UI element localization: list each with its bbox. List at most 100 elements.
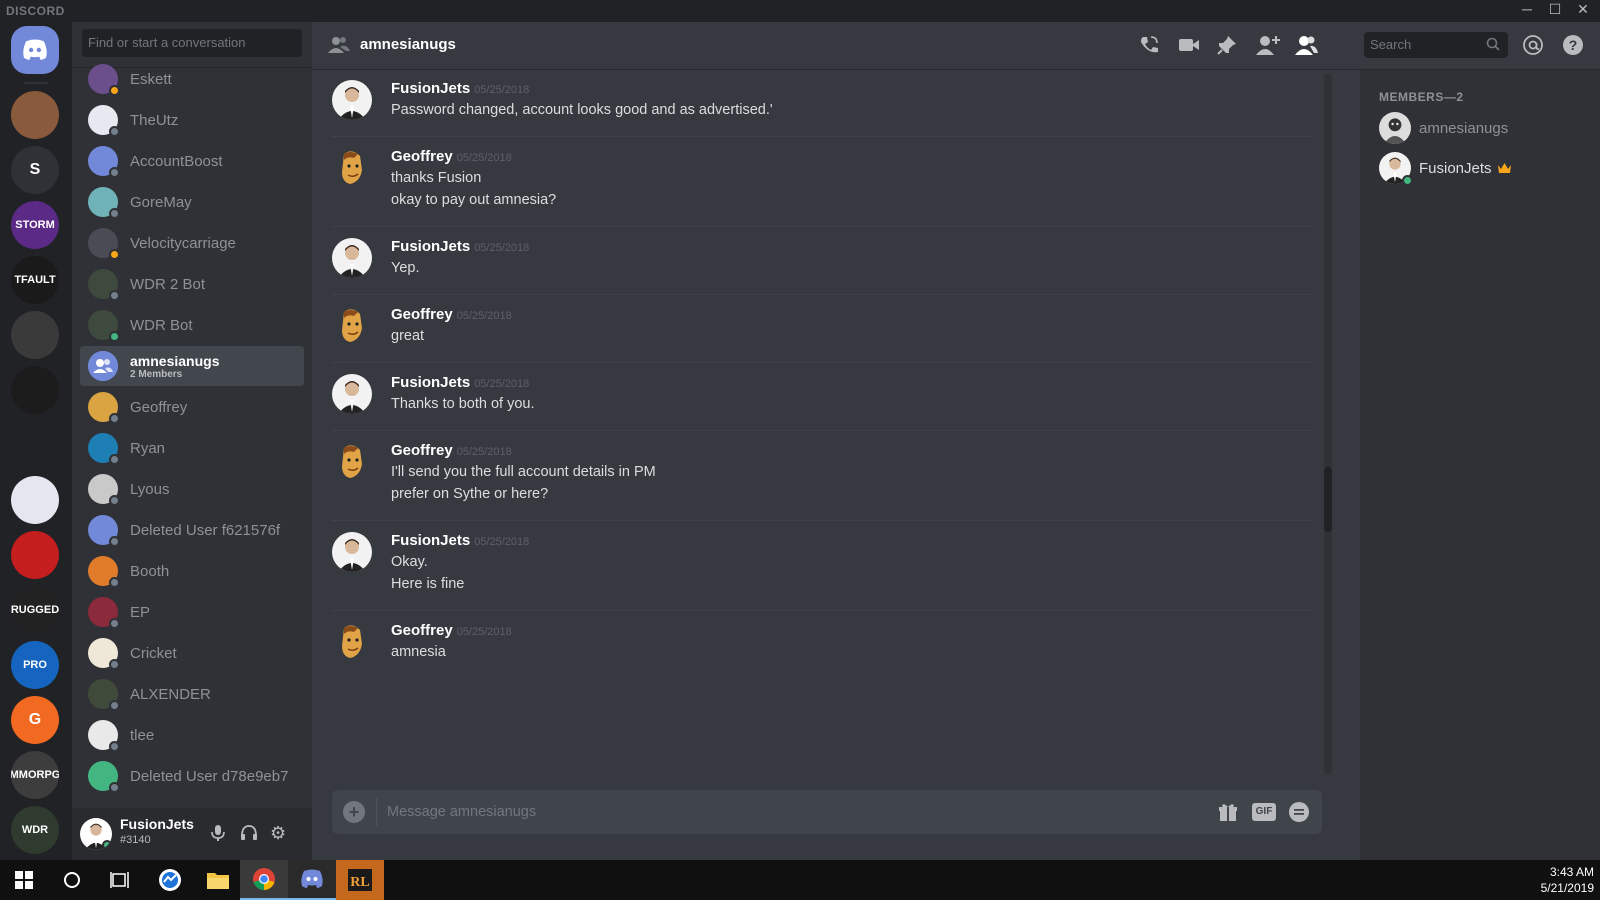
task-view-icon[interactable] xyxy=(96,860,144,900)
guild-icon-dark-server[interactable] xyxy=(11,366,59,414)
guild-icon-pink-server[interactable] xyxy=(11,476,59,524)
dm-item[interactable]: EP xyxy=(80,592,304,632)
author-name[interactable]: FusionJets xyxy=(391,80,470,97)
dm-text: Ryan xyxy=(118,440,165,457)
member-name: amnesianugs xyxy=(1419,119,1509,137)
avatar[interactable] xyxy=(332,374,372,414)
add-friend-to-dm-icon[interactable] xyxy=(1256,34,1280,58)
author-name[interactable]: Geoffrey xyxy=(391,622,453,639)
dm-item[interactable]: Booth xyxy=(80,551,304,591)
message-input[interactable]: Message amnesianugs xyxy=(387,804,536,820)
author-name[interactable]: Geoffrey xyxy=(391,306,453,323)
message-author[interactable]: FusionJets 05/25/2018 xyxy=(391,532,529,549)
guild-icon-chart-server[interactable] xyxy=(11,421,59,469)
find-conversation-input[interactable]: Find or start a conversation xyxy=(82,29,302,57)
avatar[interactable] xyxy=(80,818,112,850)
minimize-button[interactable]: ─ xyxy=(1514,1,1540,17)
scrollbar-track[interactable] xyxy=(1324,74,1332,774)
dm-item[interactable]: Lyous xyxy=(80,469,304,509)
headphones-icon[interactable] xyxy=(240,824,258,842)
author-name[interactable]: FusionJets xyxy=(391,374,470,391)
guild-icon-s-server[interactable]: S xyxy=(11,146,59,194)
avatar[interactable] xyxy=(332,442,372,482)
scrollbar-thumb[interactable] xyxy=(1324,467,1332,532)
dm-item[interactable]: Ryan xyxy=(80,428,304,468)
rl-app-icon[interactable]: RL xyxy=(336,860,384,900)
dm-item[interactable]: Geoffrey xyxy=(80,387,304,427)
emoji-picker-icon[interactable] xyxy=(1288,801,1310,823)
guild-separator xyxy=(24,82,48,84)
close-button[interactable]: ✕ xyxy=(1570,1,1596,18)
guild-icon-smiley-server[interactable] xyxy=(11,311,59,359)
maximize-button[interactable]: ☐ xyxy=(1542,1,1568,18)
guild-icon-pro-scrims-server[interactable]: PRO xyxy=(11,641,59,689)
video-call-icon[interactable] xyxy=(1178,34,1202,58)
avatar[interactable] xyxy=(332,148,372,188)
message-author[interactable]: FusionJets 05/25/2018 xyxy=(391,238,529,255)
avatar[interactable] xyxy=(332,532,372,572)
pinned-messages-icon[interactable] xyxy=(1216,34,1240,58)
discord-taskbar-icon[interactable] xyxy=(288,860,336,900)
dm-item[interactable]: AccountBoost xyxy=(80,141,304,181)
mentions-icon[interactable] xyxy=(1522,34,1546,58)
dm-item[interactable]: ALXENDER xyxy=(80,674,304,714)
message-timestamp: 05/25/2018 xyxy=(456,152,512,164)
author-name[interactable]: Geoffrey xyxy=(391,442,453,459)
voice-call-icon[interactable] xyxy=(1138,34,1162,58)
windows-start-icon[interactable] xyxy=(0,860,48,900)
message-author[interactable]: FusionJets 05/25/2018 xyxy=(391,80,529,97)
message-author[interactable]: Geoffrey 05/25/2018 xyxy=(391,148,512,165)
file-explorer-icon[interactable] xyxy=(194,860,242,900)
guild-icon-wdr-server[interactable]: WDR xyxy=(11,806,59,854)
member-item[interactable]: FusionJets xyxy=(1379,152,1511,186)
upload-plus-icon[interactable]: + xyxy=(343,801,365,823)
message-author[interactable]: FusionJets 05/25/2018 xyxy=(391,374,529,391)
dm-item[interactable]: tlee xyxy=(80,715,304,755)
dm-item[interactable]: Cricket xyxy=(80,633,304,673)
message-author[interactable]: Geoffrey 05/25/2018 xyxy=(391,442,512,459)
dm-item[interactable]: Deleted User d78e9eb7 xyxy=(80,756,304,796)
cortana-search-icon[interactable] xyxy=(48,860,96,900)
guild-icon-tfault-scrims-server[interactable]: TFAULT xyxy=(11,256,59,304)
author-name[interactable]: FusionJets xyxy=(391,238,470,255)
status-indicator xyxy=(109,167,120,178)
message-author[interactable]: Geoffrey 05/25/2018 xyxy=(391,306,512,323)
dm-item[interactable]: Velocitycarriage xyxy=(80,223,304,263)
microphone-icon[interactable] xyxy=(210,824,226,842)
guild-icon-radioactive-server[interactable] xyxy=(11,531,59,579)
dm-item[interactable]: Eskett xyxy=(80,59,304,99)
avatar[interactable] xyxy=(332,238,372,278)
settings-gear-icon[interactable]: ⚙ xyxy=(270,823,286,844)
message-author[interactable]: Geoffrey 05/25/2018 xyxy=(391,622,512,639)
system-clock[interactable]: 3:43 AM 5/21/2019 xyxy=(1541,864,1594,896)
dm-name: GoreMay xyxy=(130,193,192,211)
guild-icon-mmorpg-server[interactable]: MMORPG xyxy=(11,751,59,799)
avatar[interactable] xyxy=(332,622,372,662)
guild-icon-g-server[interactable]: G xyxy=(11,696,59,744)
dm-name: Ryan xyxy=(130,439,166,457)
dm-item[interactable]: amnesianugs 2 Members xyxy=(80,346,304,386)
dm-item[interactable]: Deleted User f621576f xyxy=(80,510,304,550)
guild-icon-rugged-server[interactable]: RUGGED xyxy=(11,586,59,634)
guild-icon-user-avatar-guild[interactable] xyxy=(11,91,59,139)
dm-item[interactable]: WDR Bot xyxy=(80,305,304,345)
gift-icon[interactable] xyxy=(1218,802,1238,822)
browser-taskbar-icon[interactable] xyxy=(146,860,194,900)
author-name[interactable]: FusionJets xyxy=(391,532,470,549)
guild-icon-storm-server[interactable]: STORM xyxy=(11,201,59,249)
dm-item[interactable]: WDR 2 Bot xyxy=(80,264,304,304)
gif-picker-icon[interactable]: GIF xyxy=(1252,803,1276,821)
chrome-icon[interactable] xyxy=(240,860,288,900)
avatar[interactable] xyxy=(332,306,372,346)
dm-item[interactable]: TheUtz xyxy=(80,100,304,140)
help-icon[interactable]: ? xyxy=(1562,34,1586,58)
member-item[interactable]: amnesianugs xyxy=(1379,112,1508,144)
guild-icon-discord-home[interactable] xyxy=(11,26,59,74)
dm-item[interactable]: GoreMay xyxy=(80,182,304,222)
avatar[interactable] xyxy=(332,80,372,120)
clock-time: 3:43 AM xyxy=(1549,865,1594,879)
status-indicator xyxy=(109,126,120,137)
author-name[interactable]: Geoffrey xyxy=(391,148,453,165)
message-composer[interactable]: + Message amnesianugs GIF xyxy=(332,790,1322,834)
member-list-toggle-icon[interactable] xyxy=(1294,34,1318,58)
